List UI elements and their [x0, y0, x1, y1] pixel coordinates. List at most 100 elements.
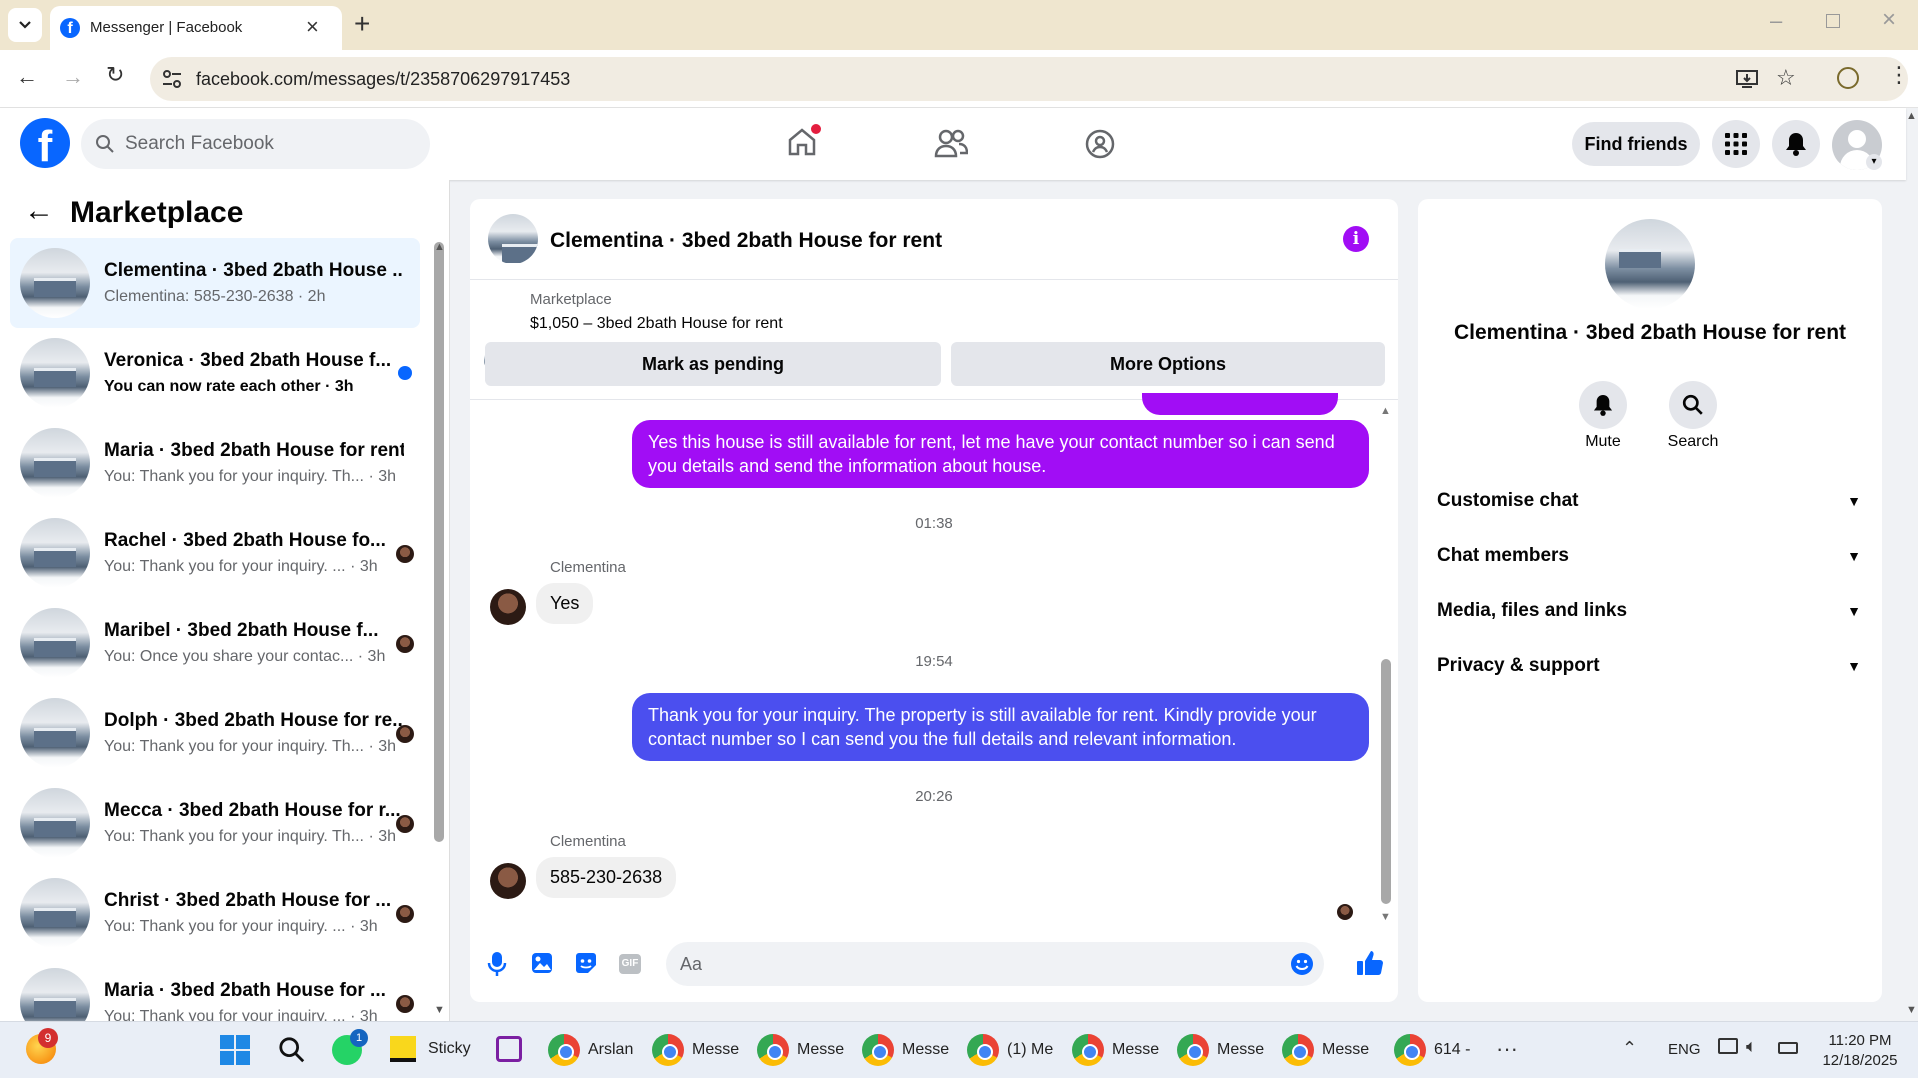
mark-as-pending-button[interactable]: Mark as pending — [485, 342, 941, 386]
message-input[interactable]: Aa — [666, 942, 1324, 986]
info-thumbnail[interactable] — [1605, 219, 1695, 309]
conversation-item[interactable]: Christ · 3bed 2bath House for ... You: Th… — [10, 868, 420, 958]
taskbar-app-messenger-3[interactable]: Messe — [862, 1034, 949, 1066]
message-outgoing[interactable]: Thank you for your inquiry. The property… — [632, 693, 1369, 761]
chat-thumbnail[interactable] — [488, 214, 538, 264]
groups-icon[interactable] — [1084, 128, 1116, 160]
gif-icon[interactable]: GIF — [619, 954, 641, 974]
conversation-info-icon[interactable]: i — [1343, 226, 1369, 252]
page-scroll-down-icon[interactable]: ▼ — [1906, 1004, 1917, 1016]
conversation-item[interactable]: Maria · 3bed 2bath House for ... You: Tha… — [10, 958, 420, 1021]
privacy-support-section[interactable]: Privacy & support ▼ — [1437, 646, 1861, 686]
battery-icon[interactable] — [1778, 1042, 1798, 1054]
taskbar-app-messenger-5[interactable]: Messe — [1072, 1034, 1159, 1066]
scroll-up-arrow-icon[interactable]: ▲ — [1380, 405, 1391, 417]
friends-icon[interactable] — [934, 128, 968, 158]
conversation-item[interactable]: Maribel · 3bed 2bath House f... You: Once… — [10, 598, 420, 688]
taskbar-app-messenger-7[interactable]: Messe — [1282, 1034, 1369, 1066]
language-indicator[interactable]: ENG — [1668, 1041, 1701, 1058]
new-tab-icon[interactable]: + — [354, 8, 370, 40]
windows-start-icon[interactable] — [220, 1035, 250, 1065]
thumbs-up-icon[interactable] — [1356, 949, 1384, 977]
taskbar-app-messenger-1[interactable]: Messe — [652, 1034, 739, 1066]
facebook-logo-icon[interactable]: f — [20, 118, 70, 168]
back-arrow-icon[interactable]: ← — [24, 194, 54, 228]
taskbar-app-arslan[interactable]: Arslan — [548, 1034, 633, 1066]
profile-icon[interactable] — [1837, 67, 1859, 89]
reload-icon[interactable]: ↻ — [106, 62, 124, 88]
find-friends-button[interactable]: Find friends — [1572, 122, 1700, 166]
sender-avatar[interactable] — [490, 863, 526, 899]
show-hidden-icons-icon[interactable]: ⌃ — [1622, 1038, 1637, 1059]
install-app-icon[interactable] — [1736, 69, 1758, 89]
conversation-item[interactable]: Rachel · 3bed 2bath House fo... You: Than… — [10, 508, 420, 598]
back-icon[interactable]: ← — [16, 64, 38, 90]
app-label: 614 - — [1434, 1041, 1471, 1058]
browser-tab[interactable]: f Messenger | Facebook × — [50, 6, 342, 50]
conversation-item[interactable]: Clementina · 3bed 2bath House ... Clement… — [10, 238, 420, 328]
conversation-snippet: You: Thank you for your inquiry. ... · 3… — [104, 918, 378, 935]
minimize-window-icon[interactable]: – — [1770, 8, 1782, 34]
search-in-conversation-button[interactable] — [1669, 381, 1717, 429]
conversation-sidebar: ← Marketplace Clementina · 3bed 2bath Ho… — [0, 180, 450, 1021]
taskbar-app-messenger-6[interactable]: Messe — [1177, 1034, 1264, 1066]
taskbar-app-messenger-2[interactable]: Messe — [757, 1034, 844, 1066]
url-text[interactable]: facebook.com/messages/t/2358706297917453 — [196, 69, 570, 90]
conversation-text: Mecca · 3bed 2bath House for r... You: Th… — [104, 800, 404, 846]
network-icon[interactable] — [1718, 1038, 1738, 1054]
conversation-text: Clementina · 3bed 2bath House ... Clement… — [104, 260, 404, 306]
sticker-icon[interactable] — [575, 952, 597, 974]
site-settings-icon[interactable] — [162, 70, 182, 88]
message-incoming[interactable]: 585-230-2638 — [536, 857, 677, 898]
mute-button[interactable] — [1579, 381, 1627, 429]
browser-menu-icon[interactable]: ⋮ — [1888, 62, 1910, 88]
conversation-item[interactable]: Mecca · 3bed 2bath House for r... You: Th… — [10, 778, 420, 868]
chat-title[interactable]: Clementina · 3bed 2bath House for rent — [550, 229, 942, 253]
scroll-down-arrow-icon[interactable]: ▼ — [1380, 911, 1391, 923]
taskbar-app-614[interactable]: 614 - — [1394, 1034, 1470, 1066]
chrome-icon — [1282, 1034, 1314, 1066]
chat-members-section[interactable]: Chat members ▼ — [1437, 536, 1861, 576]
more-apps-icon[interactable]: ··· — [1496, 1036, 1518, 1062]
media-files-links-section[interactable]: Media, files and links ▼ — [1437, 591, 1861, 631]
message-incoming[interactable]: Yes — [536, 583, 594, 624]
thread-scrollbar[interactable] — [1381, 659, 1391, 904]
taskbar-search-icon[interactable] — [278, 1036, 306, 1064]
conversation-item[interactable]: Veronica · 3bed 2bath House f... You can … — [10, 328, 420, 418]
close-window-icon[interactable]: × — [1882, 6, 1896, 34]
clock-time[interactable]: 11:20 PM — [1820, 1032, 1900, 1049]
forward-icon[interactable]: → — [62, 64, 84, 90]
search-icon — [96, 135, 114, 153]
snipping-tool-icon[interactable] — [496, 1036, 522, 1062]
customise-chat-section[interactable]: Customise chat ▼ — [1437, 481, 1861, 521]
conversation-item[interactable]: Dolph · 3bed 2bath House for re... You: T… — [10, 688, 420, 778]
sidebar-scrollbar[interactable] — [434, 242, 444, 842]
message-outgoing[interactable]: Yes this house is still available for re… — [632, 420, 1369, 488]
conversation-item[interactable]: Maria · 3bed 2bath House for rent You: Th… — [10, 418, 420, 508]
sender-avatar[interactable] — [490, 589, 526, 625]
clock-date[interactable]: 12/18/2025 — [1814, 1052, 1906, 1069]
address-bar[interactable]: facebook.com/messages/t/2358706297917453… — [150, 57, 1908, 101]
taskbar-app-messenger-4[interactable]: (1) Me — [967, 1034, 1053, 1066]
notifications-button[interactable] — [1772, 120, 1820, 168]
sidebar-scroll-up-icon[interactable]: ▲ — [434, 241, 445, 253]
photo-icon[interactable] — [531, 952, 553, 974]
mute-label: Mute — [1585, 433, 1621, 450]
volume-icon[interactable]: 🔈︎ — [1746, 1036, 1757, 1057]
sidebar-scroll-down-icon[interactable]: ▼ — [434, 1004, 445, 1016]
listing-price[interactable]: $1,050 – 3bed 2bath House for rent — [530, 315, 783, 333]
taskbar-app-sticky[interactable]: Sticky — [390, 1036, 471, 1062]
emoji-icon[interactable] — [1290, 952, 1314, 976]
close-tab-icon[interactable]: × — [306, 14, 319, 40]
conversation-name: Clementina · 3bed 2bath House ... — [104, 260, 404, 281]
page-scroll-up-icon[interactable]: ▲ — [1906, 110, 1917, 122]
more-options-button[interactable]: More Options — [951, 342, 1385, 386]
microphone-icon[interactable] — [487, 951, 507, 977]
menu-button[interactable] — [1712, 120, 1760, 168]
seen-receipt-avatar — [396, 635, 414, 653]
restore-window-icon[interactable] — [1826, 14, 1840, 28]
search-facebook-field[interactable]: Search Facebook — [81, 119, 430, 169]
account-chevron-icon[interactable]: ▾ — [1866, 154, 1882, 170]
tab-list-button[interactable] — [8, 8, 42, 42]
bookmark-star-icon[interactable]: ☆ — [1776, 65, 1796, 91]
